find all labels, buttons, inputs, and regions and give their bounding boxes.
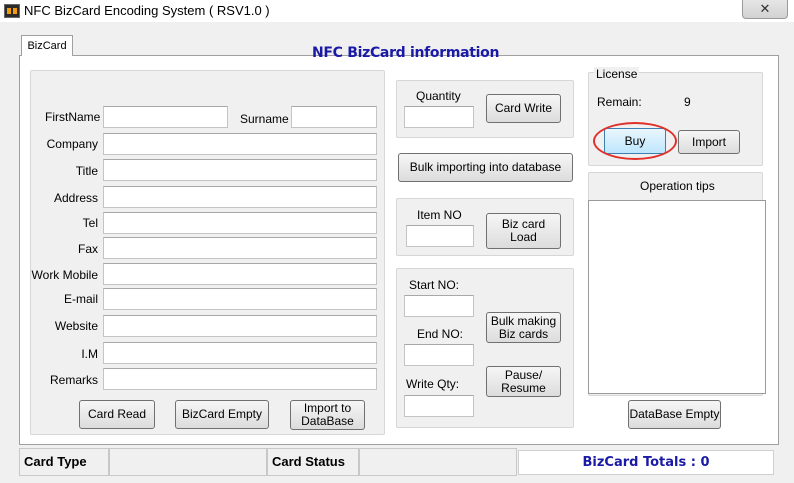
card-status-label: Card Status: [267, 448, 359, 476]
bizcard-totals: BizCard Totals : 0: [518, 450, 774, 475]
firstname-field[interactable]: [103, 106, 228, 128]
title-bar: NFC BizCard Encoding System ( RSV1.0 ) ✕: [0, 0, 794, 22]
bulk-making-line2: Biz cards: [498, 326, 549, 341]
operation-tips-box: [588, 200, 766, 394]
address-field[interactable]: [103, 186, 377, 208]
im-label: I.M: [81, 347, 98, 361]
operation-tips-title: Operation tips: [640, 179, 715, 193]
status-bar: Card Type Card Status BizCard Totals : 0: [19, 448, 779, 476]
quantity-label: Quantity: [416, 89, 461, 103]
bulk-import-button[interactable]: Bulk importing into database: [398, 153, 573, 182]
import-license-button[interactable]: Import: [678, 130, 740, 154]
item-no-label: Item NO: [417, 208, 462, 222]
card-status-value: [359, 448, 517, 476]
remarks-field[interactable]: [103, 368, 377, 390]
card-type-value: [109, 448, 267, 476]
end-no-field[interactable]: [404, 344, 474, 366]
remain-value: 9: [684, 95, 691, 109]
highlight-ring: [593, 122, 677, 160]
company-field[interactable]: [103, 133, 377, 155]
tab-bizcard[interactable]: BizCard: [21, 35, 73, 56]
write-qty-label: Write Qty:: [406, 377, 460, 391]
email-label: E-mail: [63, 292, 98, 306]
surname-field[interactable]: [291, 106, 377, 128]
bulk-making-button[interactable]: Bulk making Biz cards: [486, 312, 561, 343]
email-field[interactable]: [103, 288, 377, 310]
import-to-database-button[interactable]: Import to DataBase: [290, 400, 365, 430]
im-field[interactable]: [103, 342, 377, 364]
database-empty-button[interactable]: DataBase Empty: [628, 400, 721, 429]
license-title: License: [594, 67, 640, 81]
window-title: NFC BizCard Encoding System ( RSV1.0 ): [24, 3, 270, 18]
remain-label: Remain:: [597, 95, 642, 109]
app-icon: [4, 4, 20, 18]
workmobile-label: Work Mobile: [31, 268, 98, 282]
write-qty-field[interactable]: [404, 395, 474, 417]
firstname-label: FirstName: [45, 110, 101, 124]
surname-label: Surname: [240, 112, 289, 126]
website-label: Website: [54, 319, 98, 333]
website-field[interactable]: [103, 315, 377, 337]
start-no-label: Start NO:: [409, 278, 460, 292]
address-label: Address: [53, 191, 98, 205]
import-to-database-line2: DataBase: [301, 414, 354, 428]
bulk-making-line1: Bulk making: [490, 313, 557, 328]
title-label: Title: [75, 164, 98, 178]
fax-field[interactable]: [103, 237, 377, 259]
bizcard-empty-button[interactable]: BizCard Empty: [175, 400, 269, 429]
pause-resume-button[interactable]: Pause/ Resume: [486, 366, 561, 397]
fax-label: Fax: [77, 242, 98, 256]
title-field[interactable]: [103, 159, 377, 181]
start-no-field[interactable]: [404, 295, 474, 317]
workmobile-field[interactable]: [103, 263, 377, 285]
company-label: Company: [46, 137, 98, 151]
card-write-button[interactable]: Card Write: [486, 94, 561, 123]
page-heading: NFC BizCard information: [312, 45, 500, 61]
remarks-label: Remarks: [49, 373, 98, 387]
card-read-button[interactable]: Card Read: [79, 400, 155, 429]
pause-resume-line2: Resume: [501, 380, 546, 395]
close-button[interactable]: ✕: [742, 0, 788, 19]
end-no-label: End NO:: [417, 327, 464, 341]
tel-label: Tel: [82, 216, 98, 230]
biz-card-load-button[interactable]: Biz card Load: [486, 213, 561, 249]
tel-field[interactable]: [103, 212, 377, 234]
pause-resume-line1: Pause/: [504, 367, 543, 382]
item-no-field[interactable]: [406, 225, 474, 247]
card-type-label: Card Type: [19, 448, 109, 476]
quantity-field[interactable]: [404, 106, 474, 128]
